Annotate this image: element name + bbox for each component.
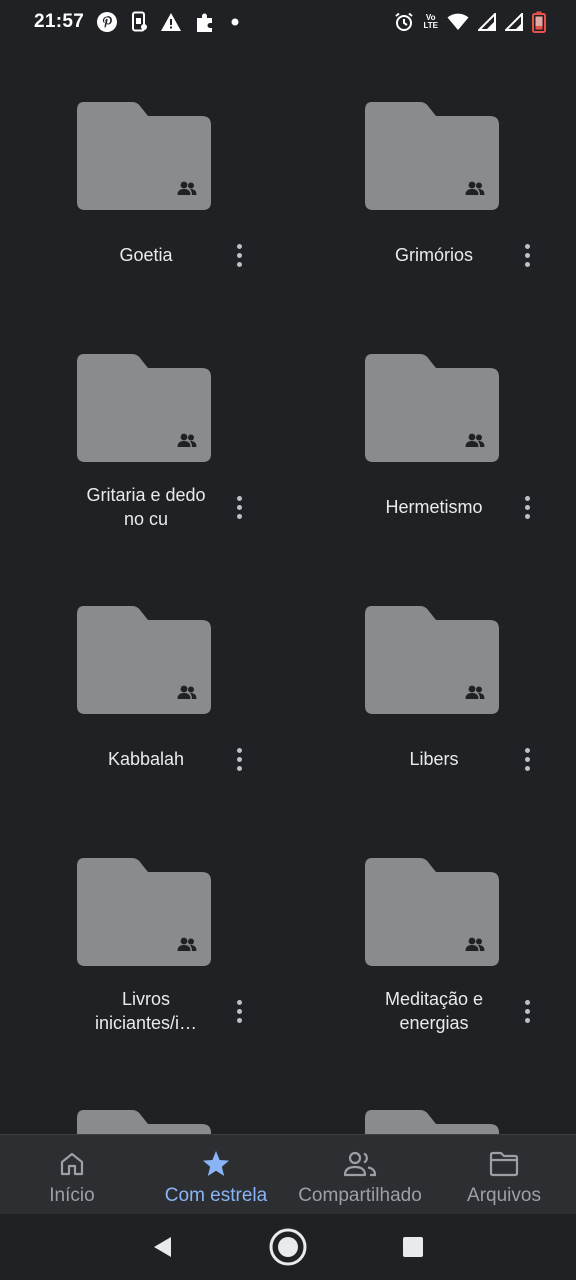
folder-card[interactable] [0, 1052, 288, 1134]
more-options-button[interactable] [226, 240, 252, 270]
nav-item-starred[interactable]: Com estrela [144, 1135, 288, 1214]
folder-card[interactable]: Kabbalah [0, 548, 288, 800]
nav-label: Início [49, 1185, 95, 1206]
more-options-button[interactable] [226, 996, 252, 1026]
nav-item-home[interactable]: Início [0, 1135, 144, 1214]
folder-card[interactable]: Goetia [0, 44, 288, 296]
folder-card[interactable]: Meditação e energias [288, 800, 576, 1052]
starred-folder-grid: Goetia Grimórios Gritaria e dedo no cu H… [0, 44, 576, 1134]
more-options-button[interactable] [514, 996, 540, 1026]
wifi-icon [447, 13, 469, 31]
system-navigation-bar [0, 1214, 576, 1280]
back-icon[interactable] [138, 1222, 188, 1272]
nav-item-shared[interactable]: Compartilhado [288, 1135, 432, 1214]
nav-label: Compartilhado [298, 1185, 422, 1206]
shared-folder-icon [365, 606, 499, 714]
folder-name: Kabbalah [107, 749, 185, 769]
home-circle-icon[interactable] [263, 1222, 313, 1272]
system-status-icons: Vo LTE [394, 11, 546, 33]
shared-folder-icon [365, 1110, 499, 1134]
warning-icon [160, 12, 182, 32]
folder-name: Hermetismo [385, 497, 483, 517]
notification-icons [96, 10, 240, 34]
folder-card[interactable]: Grimórios [288, 44, 576, 296]
folder-card[interactable]: Livros iniciantes/i… [0, 800, 288, 1052]
more-options-button[interactable] [226, 744, 252, 774]
folder-card[interactable]: Gritaria e dedo no cu [0, 296, 288, 548]
folder-icon [489, 1149, 519, 1179]
folder-card[interactable]: Hermetismo [288, 296, 576, 548]
alarm-icon [394, 12, 414, 32]
shared-folder-icon [77, 102, 211, 210]
more-options-button[interactable] [514, 744, 540, 774]
star-icon [201, 1149, 231, 1179]
nav-label: Com estrela [164, 1185, 268, 1206]
shared-folder-icon [77, 1110, 211, 1134]
phone-screen-icon [130, 11, 148, 33]
folder-card[interactable]: Libers [288, 548, 576, 800]
bottom-navigation: Início Com estrela Compartilhado Arquivo… [0, 1134, 576, 1214]
nav-label: Arquivos [467, 1185, 541, 1206]
battery-low-icon [532, 11, 546, 33]
folder-name: Livros iniciantes/i… [94, 989, 198, 1033]
shared-folder-icon [77, 354, 211, 462]
folder-name: Gritaria e dedo no cu [86, 485, 206, 529]
signal-icon [478, 13, 496, 31]
folder-name: Grimórios [394, 245, 473, 265]
folder-name: Meditação e energias [384, 989, 484, 1033]
shared-folder-icon [365, 354, 499, 462]
shared-folder-icon [77, 858, 211, 966]
status-time: 21:57 [34, 11, 85, 32]
recents-icon[interactable] [388, 1222, 438, 1272]
home-icon [59, 1149, 85, 1179]
shared-folder-icon [77, 606, 211, 714]
nav-item-files[interactable]: Arquivos [432, 1135, 576, 1214]
shared-folder-icon [365, 858, 499, 966]
volte-icon: Vo LTE [423, 13, 438, 30]
more-options-button[interactable] [514, 492, 540, 522]
folder-card[interactable] [288, 1052, 576, 1134]
signal-icon [505, 13, 523, 31]
more-options-button[interactable] [226, 492, 252, 522]
pinterest-icon [96, 11, 118, 33]
status-bar: 21:57 Vo LTE [0, 0, 576, 44]
folder-name: Goetia [119, 245, 173, 265]
people-icon [343, 1149, 377, 1179]
more-options-button[interactable] [514, 240, 540, 270]
dot-icon [230, 17, 240, 27]
shared-folder-icon [365, 102, 499, 210]
puzzle-icon [194, 10, 218, 34]
folder-name: Libers [409, 749, 459, 769]
